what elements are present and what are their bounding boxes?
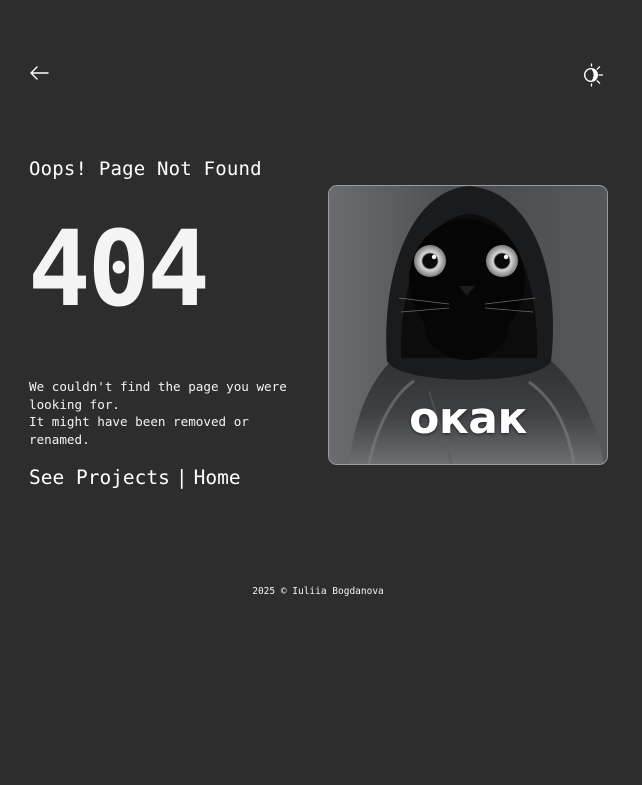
sun-moon-theme-icon (583, 63, 604, 87)
nav-links: See Projects | Home (29, 466, 241, 489)
footer-copyright: 2025 © Iuliia Bogdanova (252, 586, 384, 597)
theme-toggle-button[interactable] (580, 63, 604, 87)
page-subtitle: Oops! Page Not Found (29, 158, 262, 180)
see-projects-link[interactable]: See Projects (29, 466, 170, 489)
error-message-line-2: It might have been removed or renamed. (29, 414, 249, 447)
meme-caption: окак (409, 393, 527, 444)
error-message-line-1: We couldn't find the page you were looki… (29, 379, 287, 412)
back-button[interactable] (28, 62, 50, 84)
error-code: 404 (28, 208, 210, 330)
cat-meme-image: окак (328, 185, 608, 465)
arrow-left-icon (30, 66, 49, 80)
home-link[interactable]: Home (194, 466, 241, 489)
link-separator: | (175, 466, 188, 489)
error-message: We couldn't find the page you were looki… (29, 378, 309, 448)
